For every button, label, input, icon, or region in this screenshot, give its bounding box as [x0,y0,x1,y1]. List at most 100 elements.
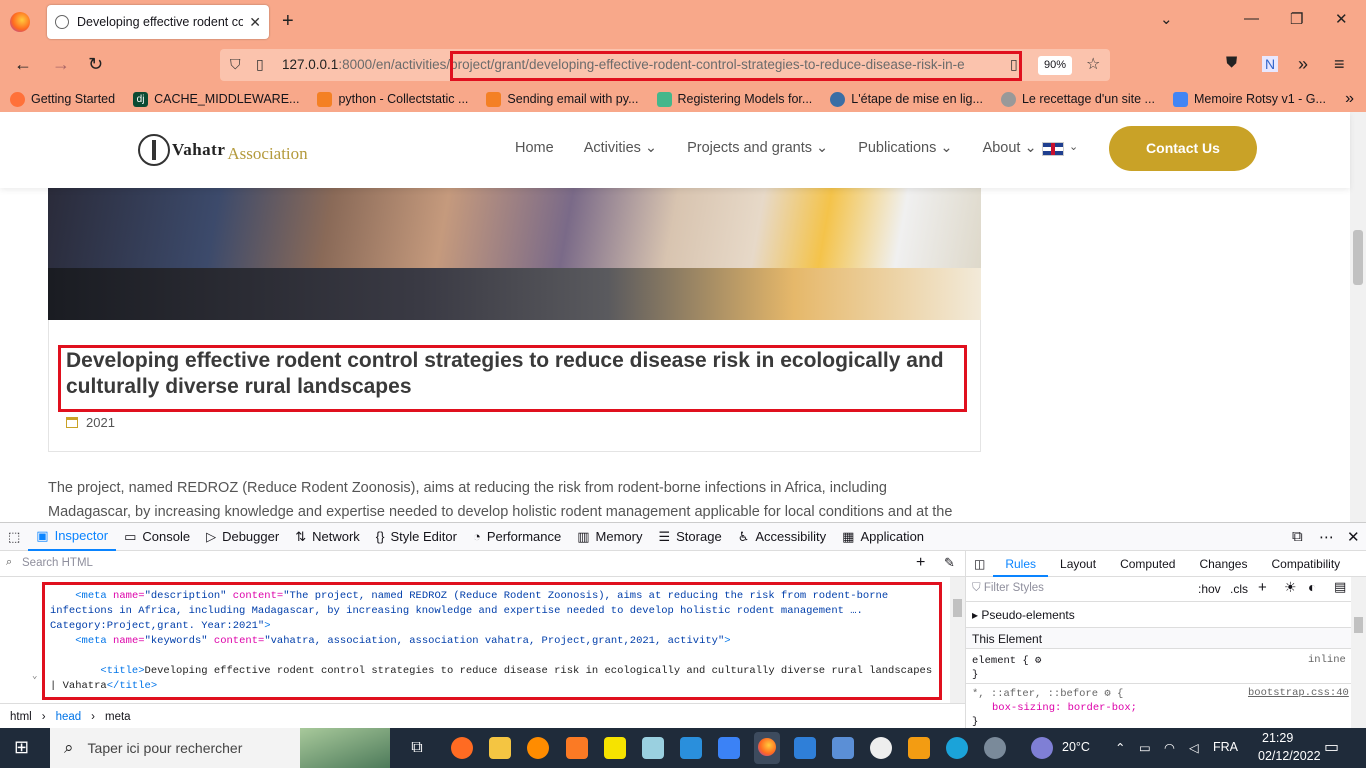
volume-icon[interactable]: ◁ [1189,740,1199,755]
bookmark-item[interactable]: Sending email with py... [486,91,639,107]
hov-toggle[interactable]: :hov [1198,582,1221,596]
forward-icon[interactable]: → [52,54,70,75]
crumb-head[interactable]: head [56,711,82,723]
search-app-icon[interactable] [527,737,549,759]
bookmark-item[interactable]: Getting Started [10,91,115,107]
edge-icon[interactable] [946,737,968,759]
pocket-icon[interactable]: ⛊ [1226,54,1237,71]
filter-styles-input[interactable]: ⛉ Filter Styles [972,582,1044,595]
tab-layout[interactable]: Layout [1048,557,1108,571]
app-icon[interactable] [642,737,664,759]
tab-network[interactable]: ⇅ Network [287,523,368,551]
eyedropper-icon[interactable]: ✎ [944,555,955,571]
close-tab-icon[interactable]: ✕ [249,14,261,31]
site-logo[interactable]: Vahatr Association [138,134,308,166]
menu-home[interactable]: Home [515,140,554,156]
new-tab-icon[interactable]: + [282,10,294,33]
dock-icon[interactable]: ⧉ [1292,528,1303,545]
bookmark-item[interactable]: dj CACHE_MIDDLEWARE... [133,91,299,107]
taskbar-search[interactable]: ⌕ Taper ici pour rechercher [50,728,390,768]
maximize-icon[interactable]: ❐ [1290,10,1303,28]
add-node-icon[interactable]: + [916,554,925,572]
windows-start-icon[interactable]: ⊞ [14,737,29,758]
firefox-icon[interactable] [10,12,30,32]
chevron-up-icon[interactable]: ⌃ [1115,740,1125,755]
more-tools-icon[interactable]: » [1298,54,1308,75]
crumb-meta[interactable]: meta [105,711,131,723]
bookmark-item[interactable]: Memoire Rotsy v1 - G... [1172,91,1326,107]
tab-memory[interactable]: ▥ Memory [569,523,650,551]
tab-debugger[interactable]: ▷ Debugger [198,523,287,551]
layout-toggle-icon[interactable]: ◫ [966,557,993,571]
close-window-icon[interactable]: ✕ [1335,10,1348,28]
more-options-icon[interactable]: ⋯ [1319,528,1334,546]
reload-icon[interactable]: ↻ [88,54,103,75]
bookmark-item[interactable]: L'étape de mise en lig... [830,91,983,107]
app-icon[interactable] [984,737,1006,759]
bookmark-item[interactable]: python - Collectstatic ... [317,91,468,107]
menu-icon[interactable]: ≡ [1334,54,1345,75]
tab-computed[interactable]: Computed [1108,557,1187,571]
back-icon[interactable]: ← [14,54,32,75]
app-icon[interactable] [870,737,892,759]
file-explorer-icon[interactable] [489,737,511,759]
zoom-level[interactable]: 90% [1038,56,1072,75]
tab-compatibility[interactable]: Compatibility [1259,557,1352,571]
pseudo-elements-toggle[interactable]: ▸ Pseudo-elements [972,608,1075,622]
clock-time[interactable]: 21:29 [1262,731,1293,745]
minimize-icon[interactable]: — [1244,10,1259,27]
tab-storage[interactable]: ☰ Storage [650,523,729,551]
tab-style-editor[interactable]: {} Style Editor [368,523,465,551]
rules-scrollbar[interactable] [1351,577,1366,729]
firefox-taskbar-icon[interactable] [754,732,780,764]
page-scrollbar[interactable] [1350,112,1366,522]
gear-icon[interactable]: ⚙ [1104,688,1110,700]
tab-console[interactable]: ▭ Console [116,523,198,551]
bookmark-item[interactable]: Le recettage d'un site ... [1000,91,1155,107]
tab-performance[interactable]: ◔ Performance [465,523,569,551]
source-link[interactable]: bootstrap.css:40 [1248,687,1349,699]
bookmark-star-icon[interactable]: ☆ [1086,54,1100,74]
tab-changes[interactable]: Changes [1187,557,1259,571]
bookmark-item[interactable]: Registering Models for... [656,91,812,107]
universal-rule[interactable]: *, ::after, ::before ⚙ { [972,687,1123,700]
extension-icon[interactable]: N [1262,56,1278,72]
menu-about[interactable]: About ⌄ [983,140,1037,156]
language-indicator[interactable]: FRA [1213,740,1238,754]
clock-date[interactable]: 02/12/2022 [1258,749,1321,763]
collapse-arrow-icon[interactable]: ⌄ [32,669,37,684]
shield-icon[interactable]: ⛉ [230,56,241,73]
todo-icon[interactable] [718,737,740,759]
app-icon[interactable] [451,737,473,759]
uk-flag-icon[interactable] [1042,142,1064,156]
dark-mode-icon[interactable]: ◐ [1308,579,1316,595]
cls-toggle[interactable]: .cls [1230,582,1248,596]
tab-rules[interactable]: Rules [993,551,1049,577]
menu-publications[interactable]: Publications ⌄ [858,140,952,156]
browser-tab[interactable]: Developing effective rodent cor ✕ [47,5,269,39]
menu-activities[interactable]: Activities ⌄ [584,140,657,156]
contact-button[interactable]: Contact Us [1109,126,1257,171]
battery-icon[interactable]: ▭ [1139,740,1151,755]
crumb-html[interactable]: html [10,711,32,723]
scrollbar-thumb[interactable] [953,599,962,617]
gear-icon[interactable]: ⚙ [1035,655,1041,667]
temperature[interactable]: 20°C [1062,740,1090,754]
element-rule[interactable]: element { ⚙ [972,654,1041,667]
menu-projects-grants[interactable]: Projects and grants ⌄ [687,140,828,156]
element-picker-icon[interactable]: ⬚ [0,523,28,551]
scrollbar-thumb[interactable] [1353,230,1363,285]
add-rule-icon[interactable]: + [1258,579,1267,596]
tab-accessibility[interactable]: ♿ Accessibility [730,523,834,551]
outlook-icon[interactable] [832,737,854,759]
notifications-icon[interactable]: ▭ [1324,737,1339,757]
light-mode-icon[interactable]: ☀ [1284,579,1297,596]
print-icon[interactable]: ▤ [1334,579,1346,595]
page-info-icon[interactable]: ▯ [256,56,264,73]
chevron-down-icon[interactable]: ⌄ [1069,140,1078,153]
markup-view[interactable]: <meta name="description" content="The pr… [0,577,965,703]
more-bookmarks-icon[interactable]: » [1345,90,1354,108]
html-search[interactable]: ⌕ Search HTML + ✎ [0,551,965,577]
markup-scrollbar[interactable] [950,577,965,703]
xampp-icon[interactable] [566,737,588,759]
